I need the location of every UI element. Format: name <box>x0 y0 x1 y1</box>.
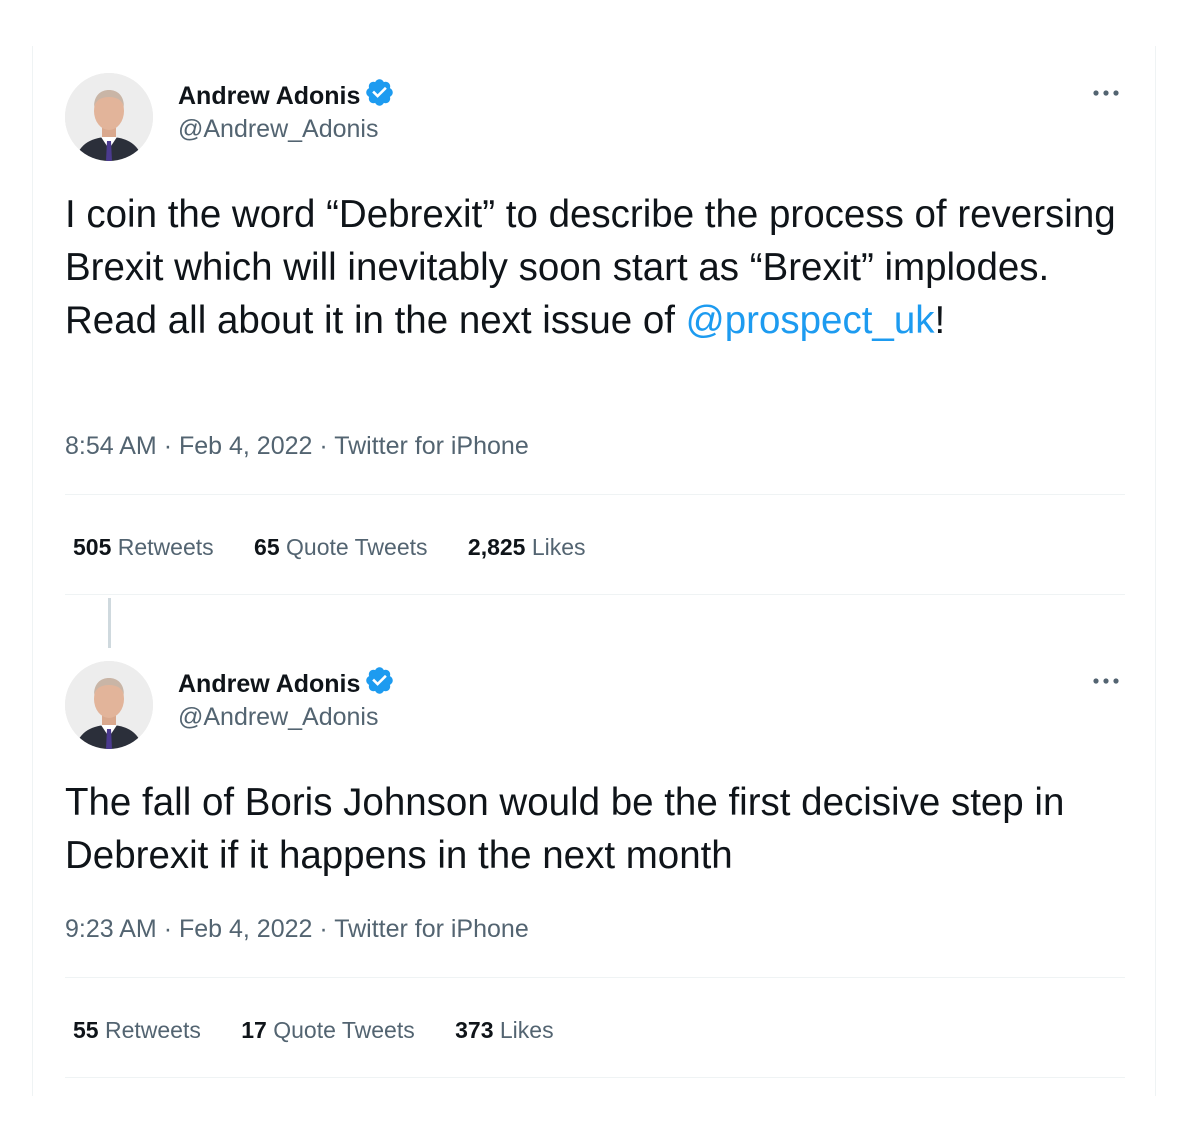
quote-tweets-count: 17 <box>241 1017 267 1043</box>
meta-separator: · <box>319 432 328 460</box>
divider <box>65 494 1125 495</box>
tweet-stats: 55 Retweets 17 Quote Tweets 373 Likes <box>73 1016 588 1044</box>
quote-tweets-label: Quote Tweets <box>273 1017 415 1043</box>
tweet-text-end: ! <box>934 299 946 342</box>
tweet-time[interactable]: 8:54 AM <box>65 432 157 460</box>
retweets-stat[interactable]: 505 Retweets <box>73 533 214 561</box>
tweet-text: I coin the word “Debrexit” to describe t… <box>65 188 1135 347</box>
quote-tweets-stat[interactable]: 17 Quote Tweets <box>241 1016 414 1044</box>
quote-tweets-label: Quote Tweets <box>286 534 428 560</box>
tweet-text: The fall of Boris Johnson would be the f… <box>65 776 1135 882</box>
quote-tweets-stat[interactable]: 65 Quote Tweets <box>254 533 427 561</box>
author-name[interactable]: Andrew Adonis <box>178 665 395 699</box>
author-avatar[interactable] <box>65 73 153 161</box>
more-options-icon[interactable] <box>1091 83 1121 103</box>
author-name-text[interactable]: Andrew Adonis <box>178 82 360 110</box>
quote-tweets-count: 65 <box>254 534 280 560</box>
tweet-metadata: 8:54 AM · Feb 4, 2022 · Twitter for iPho… <box>65 431 529 461</box>
meta-separator: · <box>163 915 173 943</box>
meta-separator: · <box>319 915 328 943</box>
tweet-time[interactable]: 9:23 AM <box>65 915 157 943</box>
retweets-stat[interactable]: 55 Retweets <box>73 1016 201 1044</box>
more-options-icon[interactable] <box>1091 671 1121 691</box>
author-avatar[interactable] <box>65 661 153 749</box>
retweets-label: Retweets <box>104 1017 201 1043</box>
tweet-source[interactable]: Twitter for iPhone <box>334 915 529 943</box>
author-name-text[interactable]: Andrew Adonis <box>178 670 360 698</box>
retweets-count: 55 <box>73 1017 99 1043</box>
author-handle[interactable]: @Andrew_Adonis <box>178 702 379 732</box>
divider <box>65 1077 1125 1078</box>
tweet-thread: Andrew Adonis @Andrew_Adonis I coin the … <box>32 46 1156 1096</box>
retweets-label: Retweets <box>117 534 214 560</box>
verified-badge-icon <box>366 79 394 106</box>
mention-link[interactable]: @prospect_uk <box>686 299 935 342</box>
likes-count: 2,825 <box>467 534 526 560</box>
author-name[interactable]: Andrew Adonis <box>178 77 395 111</box>
likes-label: Likes <box>531 534 586 560</box>
likes-stat[interactable]: 2,825 Likes <box>468 533 586 561</box>
author-handle[interactable]: @Andrew_Adonis <box>178 114 379 144</box>
avatar-photo <box>65 661 153 749</box>
verified-badge-icon <box>366 667 394 694</box>
divider <box>65 977 1125 978</box>
likes-count: 373 <box>455 1017 494 1043</box>
meta-separator: · <box>163 432 173 460</box>
divider <box>65 594 1125 595</box>
likes-stat[interactable]: 373 Likes <box>455 1016 553 1044</box>
retweets-count: 505 <box>73 534 112 560</box>
avatar-photo <box>65 73 153 161</box>
tweet-source[interactable]: Twitter for iPhone <box>334 432 529 460</box>
thread-connector-line <box>108 598 111 648</box>
tweet-date[interactable]: Feb 4, 2022 <box>179 432 312 460</box>
tweet-date[interactable]: Feb 4, 2022 <box>179 915 312 943</box>
tweet-text-main: I coin the word “Debrexit” to describe t… <box>65 193 1116 342</box>
likes-label: Likes <box>499 1017 554 1043</box>
tweet-text-main: The fall of Boris Johnson would be the f… <box>65 781 1065 877</box>
tweet-stats: 505 Retweets 65 Quote Tweets 2,825 Likes <box>73 533 620 561</box>
tweet-metadata: 9:23 AM · Feb 4, 2022 · Twitter for iPho… <box>65 914 529 944</box>
